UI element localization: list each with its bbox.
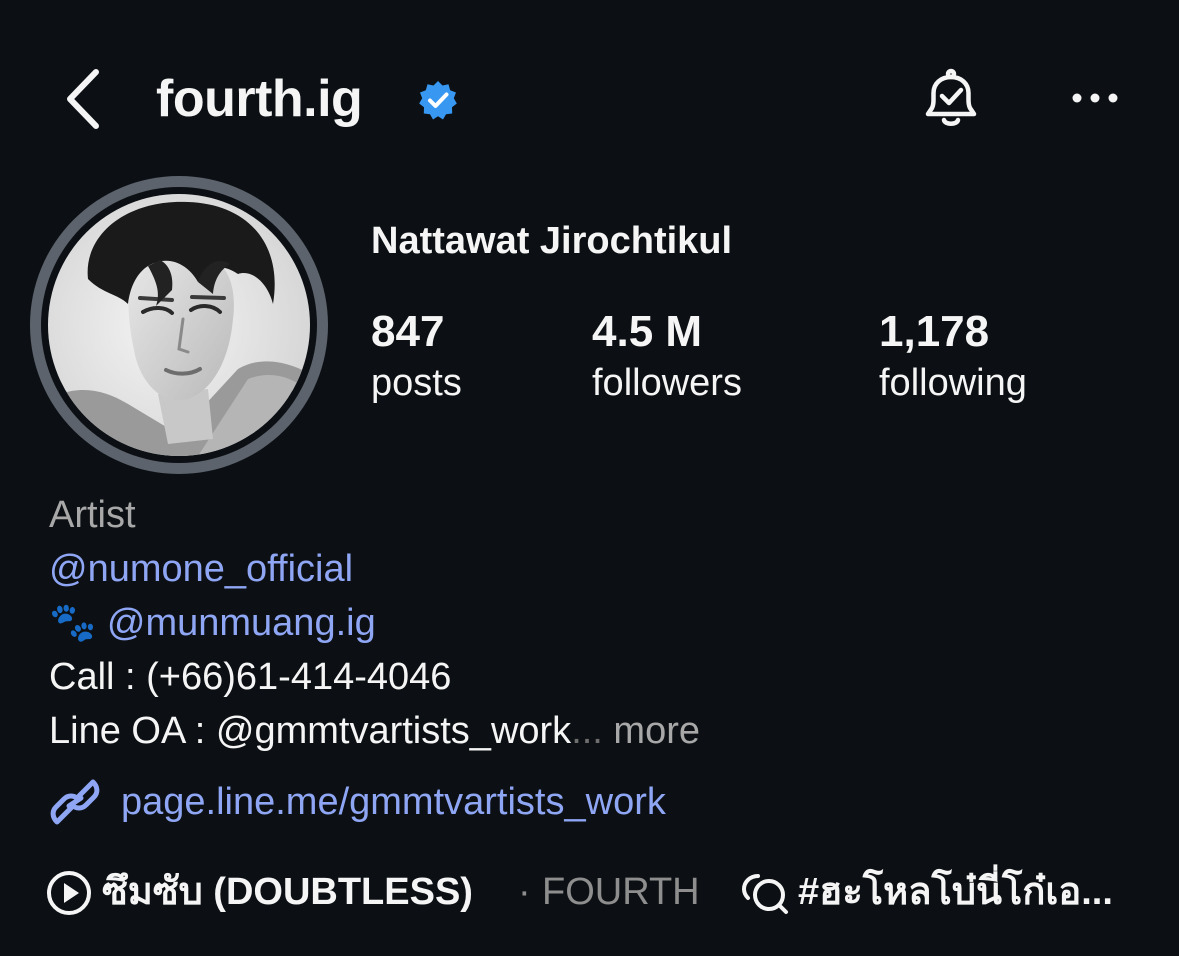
bio-mention-munmuang[interactable]: @munmuang.ig — [107, 602, 376, 644]
notification-bell-button[interactable] — [918, 66, 984, 132]
paw-emoji-icon: 🐾 — [49, 602, 97, 644]
link-text: page.line.me/gmmtvartists_work — [121, 781, 666, 823]
more-options-icon — [1072, 93, 1118, 103]
notification-bell-icon — [925, 68, 977, 126]
posts-count: 847 — [371, 307, 445, 356]
profile-username: fourth.ig — [156, 70, 363, 128]
bio-call: Call : (+66)61-414-4046 — [49, 656, 452, 698]
profile-avatar[interactable] — [48, 194, 310, 456]
line-oa-handle: @gmmtvartists_work — [215, 710, 572, 752]
threads-text: #ฮะโหลโบ๋นี่โก๋เอ... — [798, 871, 1113, 913]
bio-paw-line: 🐾 @munmuang.ig — [49, 598, 376, 648]
bio-mention-numone[interactable]: @numone_official — [49, 544, 353, 594]
back-chevron-icon — [67, 69, 99, 129]
music-separator: · — [518, 871, 531, 913]
link-icon — [50, 779, 100, 825]
play-icon — [47, 871, 91, 915]
posts-label: posts — [371, 362, 462, 404]
following-label: following — [879, 362, 1027, 404]
profile-full-name: Nattawat Jirochtikul — [371, 220, 733, 262]
posts-stat[interactable]: 847 posts — [371, 306, 462, 408]
following-count: 1,178 — [879, 307, 990, 356]
more-options-button[interactable] — [1068, 80, 1122, 116]
back-button[interactable] — [58, 66, 108, 132]
line-oa-prefix: Line OA : — [49, 710, 216, 752]
music-artist: FOURTH — [542, 871, 700, 913]
bio-category: Artist — [49, 494, 136, 536]
threads-chat-icon — [741, 874, 788, 914]
verified-badge-icon — [418, 80, 458, 120]
followers-label: followers — [592, 362, 742, 404]
music-title: ซึมซับ (DOUBTLESS) — [102, 871, 473, 913]
bio-line-oa: Line OA : @gmmtvartists_work... more — [49, 706, 700, 756]
bio-ellipsis: ... — [571, 710, 603, 752]
avatar-photo — [48, 194, 310, 456]
bio-more-button[interactable]: more — [603, 710, 700, 752]
followers-count: 4.5 M — [592, 307, 703, 356]
followers-stat[interactable]: 4.5 M followers — [592, 306, 742, 408]
following-stat[interactable]: 1,178 following — [879, 306, 1027, 408]
